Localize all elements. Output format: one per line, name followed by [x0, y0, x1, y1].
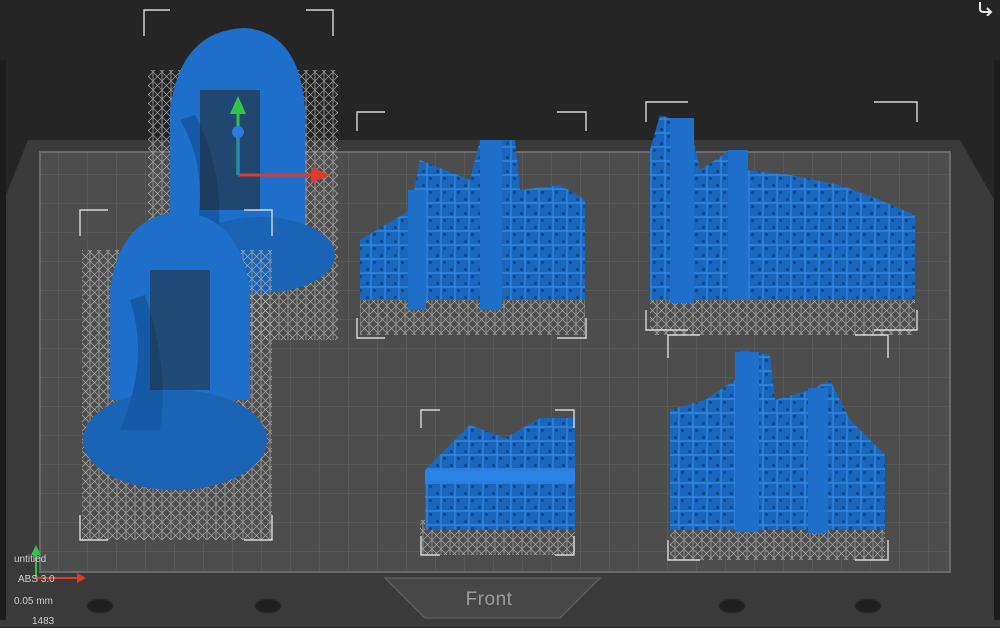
build-plate-viewport[interactable]: [0, 0, 1000, 627]
project-name: untitled: [14, 554, 47, 565]
redo-arrow-icon[interactable]: [974, 0, 996, 22]
left-edge-strip: [0, 60, 6, 620]
right-edge-strip: [994, 60, 1000, 620]
layer-height: 0.05 mm: [14, 596, 53, 607]
model-arch-tree-front: [82, 212, 272, 540]
layer-count: 1483: [32, 616, 55, 627]
front-label: Front: [465, 589, 513, 610]
resin-name: ABS 3.0: [18, 574, 55, 585]
slice-info-panel: untitled ABS 3.0 0.05 mm 1483: [0, 540, 90, 627]
